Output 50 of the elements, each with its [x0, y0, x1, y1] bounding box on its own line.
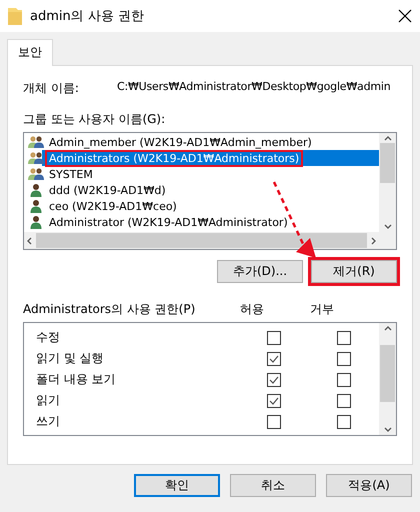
- user-name: SYSTEM: [48, 168, 94, 180]
- checkbox[interactable]: [337, 394, 351, 408]
- vertical-scrollbar[interactable]: [379, 323, 396, 435]
- permission-name: 폴더 내용 보기: [36, 371, 117, 388]
- permission-name: 쓰기: [36, 413, 61, 430]
- user-icon: [28, 199, 44, 213]
- user-icon: [28, 215, 44, 229]
- checkbox[interactable]: [337, 414, 351, 428]
- dialog-button[interactable]: 확인: [134, 474, 220, 497]
- user-name: ddd (W2K19-AD1₩d): [48, 184, 167, 196]
- field-label: 개체 이름:: [23, 80, 80, 97]
- column-header: 거부: [309, 301, 335, 318]
- checkbox[interactable]: [267, 352, 281, 366]
- user-item[interactable]: ddd (W2K19-AD1₩d): [24, 182, 379, 198]
- checkbox[interactable]: [267, 330, 281, 344]
- column-header: 허용: [239, 301, 265, 318]
- user-item[interactable]: Administrator (W2K19-AD1₩Administrator): [24, 214, 379, 230]
- dialog-button[interactable]: 제거(R): [311, 260, 397, 283]
- user-name: Administrator (W2K19-AD1₩Administrator): [48, 216, 289, 228]
- user-item[interactable]: SYSTEM: [24, 166, 379, 182]
- horizontal-scrollbar[interactable]: [24, 232, 379, 249]
- permission-name: 수정: [36, 329, 61, 346]
- object-path: C:₩Users₩Administrator₩Desktop₩gogle₩admin: [117, 80, 391, 95]
- checkbox[interactable]: [337, 330, 351, 344]
- user-item[interactable]: Admin_member (W2K19-AD1₩Admin_member): [24, 134, 379, 150]
- checkbox[interactable]: [267, 372, 281, 386]
- group-icon: [28, 167, 44, 181]
- user-name: Administrators (W2K19-AD1₩Administrators): [47, 152, 302, 164]
- checkbox[interactable]: [267, 414, 281, 428]
- group-icon: [28, 135, 44, 149]
- vertical-scrollbar[interactable]: [379, 133, 396, 249]
- close-icon[interactable]: [398, 9, 412, 23]
- checkbox[interactable]: [267, 394, 281, 408]
- dialog-button[interactable]: 추가(D)...: [217, 260, 303, 283]
- list-label: 그룹 또는 사용자 이름(G):: [23, 111, 166, 128]
- group-icon: [28, 151, 44, 165]
- list-label: Administrators의 사용 권한(P): [23, 301, 196, 318]
- user-icon: [28, 183, 44, 197]
- window-title: admin의 사용 권한: [30, 8, 144, 25]
- user-name: Admin_member (W2K19-AD1₩Admin_member): [48, 136, 313, 148]
- dialog-button[interactable]: 취소: [230, 474, 316, 497]
- tab[interactable]: 보안: [7, 39, 53, 66]
- checkbox[interactable]: [337, 352, 351, 366]
- user-item[interactable]: ceo (W2K19-AD1₩ceo): [24, 198, 379, 214]
- user-name: ceo (W2K19-AD1₩ceo): [48, 200, 178, 212]
- permission-name: 읽기: [36, 392, 61, 409]
- dialog-button[interactable]: 적용(A): [326, 474, 412, 497]
- permission-name: 읽기 및 실행: [36, 350, 105, 367]
- folder-icon: [8, 7, 22, 25]
- checkbox[interactable]: [337, 372, 351, 386]
